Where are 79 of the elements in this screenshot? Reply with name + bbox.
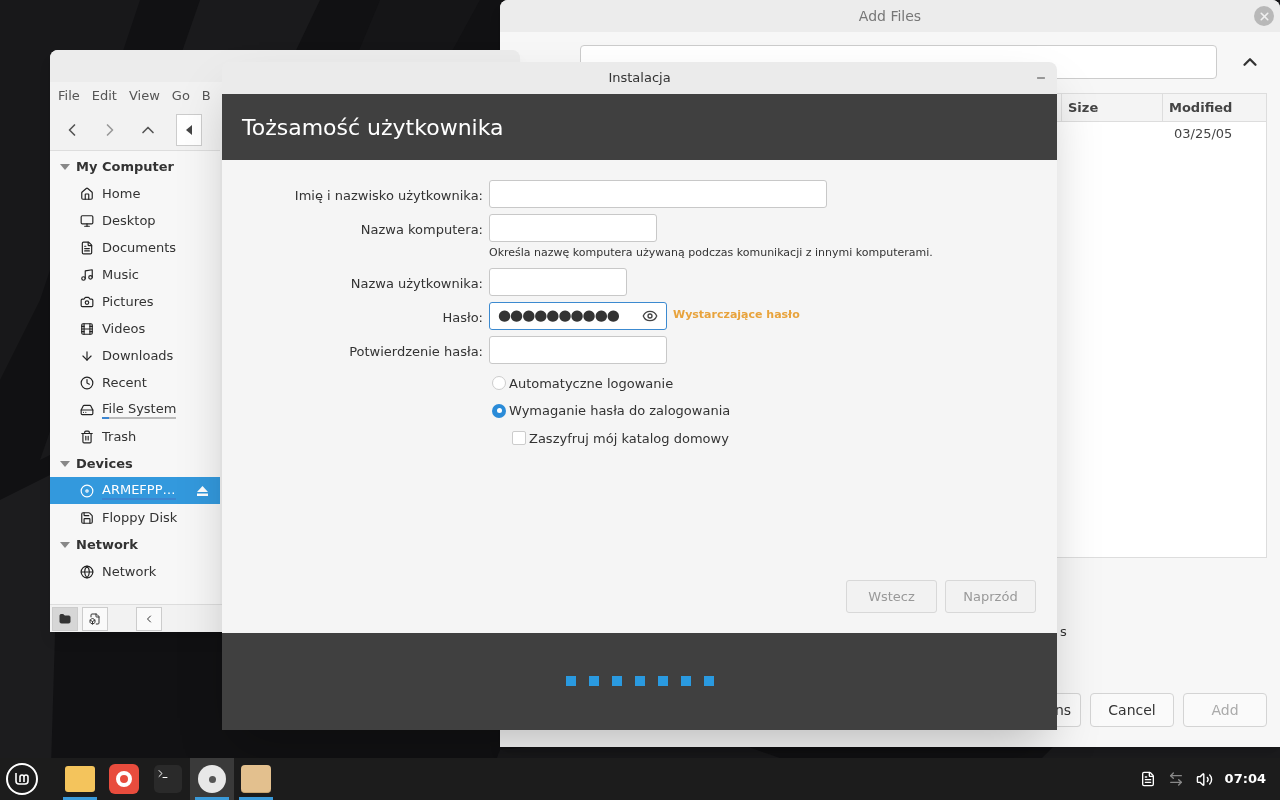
menu-item[interactable]: Go xyxy=(171,86,190,106)
sidebar-item[interactable]: Desktop xyxy=(50,207,220,234)
volume-icon[interactable] xyxy=(1195,770,1213,788)
radio-button[interactable] xyxy=(492,403,506,418)
view-toggle-button[interactable] xyxy=(136,606,162,631)
clock[interactable]: 07:04 xyxy=(1224,769,1266,789)
field-label: Potwierdzenie hasła: xyxy=(348,342,483,361)
document-icon xyxy=(80,240,94,255)
folder-icon xyxy=(59,612,71,625)
text-field[interactable] xyxy=(489,214,657,242)
drive-icon xyxy=(80,402,94,417)
field-label: Nazwa użytkownika: xyxy=(349,274,483,293)
password-strength: Wystarczające hasło xyxy=(673,307,800,324)
column-header[interactable]: Size xyxy=(1061,94,1162,121)
document-icon[interactable] xyxy=(1139,771,1156,787)
menu-logo-icon[interactable] xyxy=(6,763,38,795)
left-triangle-icon xyxy=(186,125,192,135)
menu-item[interactable]: File xyxy=(58,86,80,106)
menu-item[interactable]: Edit xyxy=(91,86,117,106)
section-heading: Devices xyxy=(76,454,133,473)
sidebar-item[interactable]: Downloads xyxy=(50,342,220,369)
sidebar-item[interactable]: Home xyxy=(50,180,220,207)
close-icon xyxy=(1257,9,1271,23)
radio-button[interactable] xyxy=(492,376,506,391)
box-icon xyxy=(241,765,271,793)
section-heading: My Computer xyxy=(76,157,174,176)
text-field[interactable] xyxy=(489,335,667,364)
table-cell-text: 03/25/05 xyxy=(1173,125,1234,144)
expander-icon[interactable] xyxy=(60,540,70,549)
camera-icon xyxy=(80,294,94,309)
clock-icon xyxy=(80,375,94,390)
column-header[interactable]: Modified xyxy=(1162,94,1266,121)
running-indicator xyxy=(239,797,273,800)
sidebar-item[interactable]: Videos xyxy=(50,315,220,342)
running-indicator xyxy=(195,797,229,800)
path-toggle-button[interactable] xyxy=(176,114,202,146)
radio-option[interactable]: Automatyczne logowanie xyxy=(492,373,1057,393)
sidebar-item[interactable]: Pictures xyxy=(50,288,220,315)
window-title: Instalacja xyxy=(608,69,671,88)
taskbar-app-button[interactable] xyxy=(190,758,234,800)
checkbox[interactable] xyxy=(512,431,526,446)
dialog-button[interactable]: Cancel xyxy=(1090,693,1174,727)
sidebar-item[interactable]: File System xyxy=(50,396,220,423)
section-heading: Network xyxy=(76,535,138,554)
view-toggle-button[interactable] xyxy=(52,606,78,631)
sidebar-item[interactable]: Recent xyxy=(50,369,220,396)
globe-icon xyxy=(80,564,94,579)
running-indicator xyxy=(63,797,97,800)
eject-icon[interactable] xyxy=(197,485,208,496)
menu-item[interactable]: B xyxy=(201,86,211,106)
sidebar-item[interactable]: Network xyxy=(50,558,220,585)
trash-icon xyxy=(80,429,94,444)
text-field[interactable] xyxy=(489,267,627,296)
window-title: Add Files xyxy=(858,6,922,26)
text-field[interactable]: ●●●●●●●●●● xyxy=(489,301,667,330)
prompt-icon xyxy=(157,768,169,780)
home-icon xyxy=(80,186,94,201)
field-label: Hasło: xyxy=(441,308,483,327)
hint-text: Określa nazwę komputera używaną podczas komunikacji z innymi komputerami. xyxy=(489,245,933,261)
radio-option[interactable]: Wymaganie hasła do zalogowania xyxy=(492,401,1057,421)
view-toggle-button[interactable] xyxy=(82,606,108,631)
page-heading: Tożsamość użytkownika xyxy=(242,113,504,142)
checkbox-option[interactable]: Zaszyfruj mój katalog domowy xyxy=(512,428,1057,448)
sidebar-item[interactable]: Documents xyxy=(50,234,220,261)
folder-icon xyxy=(65,766,95,792)
text-field[interactable] xyxy=(489,180,827,208)
monitor-icon xyxy=(80,213,94,228)
menu-item[interactable]: View xyxy=(128,86,160,106)
field-label: Nazwa komputera: xyxy=(359,221,483,239)
film-icon xyxy=(80,321,94,336)
label-text: s xyxy=(1060,623,1067,641)
sidebar-item[interactable]: Floppy Disk xyxy=(50,504,220,531)
sidebar-item[interactable]: Trash xyxy=(50,423,220,450)
sidebar-item[interactable]: Music xyxy=(50,261,220,288)
expander-icon[interactable] xyxy=(60,162,70,171)
disc-icon xyxy=(80,483,94,498)
network-off-icon[interactable] xyxy=(1167,771,1184,787)
field-label: Imię i nazwisko użytkownika: xyxy=(293,187,483,205)
music-note-icon xyxy=(80,267,94,282)
